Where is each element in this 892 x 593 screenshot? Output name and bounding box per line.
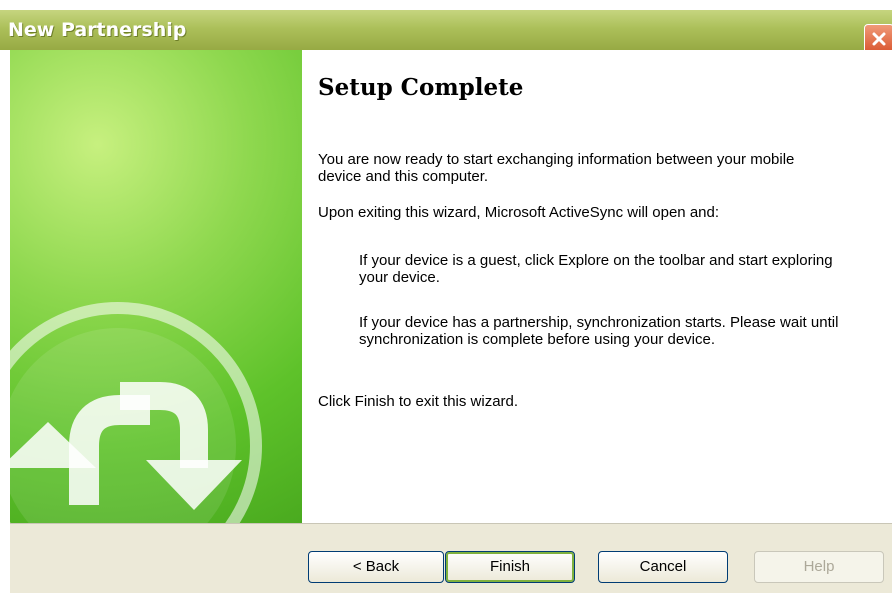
wizard-footer: < Back Finish Cancel Help [10, 523, 892, 593]
sync-arrows-icon [10, 302, 262, 523]
window-title: New Partnership [8, 19, 187, 41]
close-icon [872, 32, 886, 46]
intro-text: You are now ready to start exchanging in… [318, 151, 795, 185]
exit-info-text: Upon exiting this wizard, Microsoft Acti… [318, 204, 720, 221]
title-bar[interactable]: New Partnership [0, 10, 892, 54]
help-button[interactable]: Help [754, 551, 884, 583]
wizard-content: Setup Complete You are now ready to star… [302, 50, 892, 523]
wizard-window: New Partnership Setup Complete You are n… [0, 0, 892, 593]
finish-instruction-text: Click Finish to exit this wizard. [318, 393, 519, 410]
back-button[interactable]: < Back [308, 551, 444, 583]
partnership-info-text: If your device has a partnership, synchr… [359, 314, 839, 348]
finish-button[interactable]: Finish [445, 551, 575, 583]
guest-info-text: If your device is a guest, click Explore… [359, 252, 833, 286]
wizard-side-banner [10, 50, 302, 523]
cancel-button[interactable]: Cancel [598, 551, 728, 583]
page-title: Setup Complete [318, 74, 524, 101]
